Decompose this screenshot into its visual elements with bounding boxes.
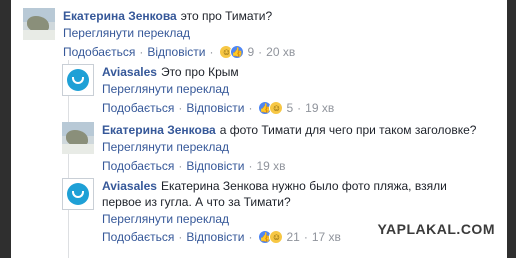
reaction-count: 5 [286, 101, 294, 115]
reply-comment: Aviasales Это про Крым Переглянути перекл… [62, 64, 492, 116]
comment-actions: Подобається · Відповісти · 19 хв [102, 158, 492, 174]
reply-link[interactable]: Відповісти [186, 100, 244, 116]
reactions[interactable]: 👍 ☺ 5 [258, 100, 293, 116]
comment: Екатерина Зенкова это про Тимати? Перегля… [23, 8, 493, 60]
like-reaction-icon: 👍 [230, 45, 245, 59]
user-photo-icon[interactable] [62, 122, 94, 154]
comment-time[interactable]: 19 хв [305, 100, 334, 116]
comment-author[interactable]: Aviasales [102, 65, 157, 79]
comment-text: Екатерина Зенкова нужно было фото пляжа,… [160, 179, 447, 193]
separator: · [303, 230, 308, 244]
like-link[interactable]: Подобається [102, 158, 174, 174]
aviasales-logo-icon[interactable] [62, 178, 94, 210]
haha-reaction-icon: ☺ [269, 230, 284, 244]
separator: · [297, 101, 302, 115]
reply-link[interactable]: Відповісти [147, 44, 205, 60]
comment-text-line2: первое из гугла. А что за Тимати? [102, 195, 291, 209]
reactions[interactable]: 👍 ☺ 21 [258, 229, 300, 245]
separator: · [178, 230, 183, 244]
comment-actions: Подобається · Відповісти · ☺ 👍 9 · 20 хв [63, 44, 493, 60]
comment-text: а фото Тимати для чего при таком заголов… [219, 123, 477, 137]
comment-time[interactable]: 19 хв [256, 158, 285, 174]
see-translation-link[interactable]: Переглянути переклад [102, 81, 492, 97]
left-dark-frame [0, 0, 11, 258]
like-link[interactable]: Подобається [102, 229, 174, 245]
comment-author[interactable]: Екатерина Зенкова [102, 123, 216, 137]
see-translation-link[interactable]: Переглянути переклад [63, 25, 493, 41]
comment-author[interactable]: Екатерина Зенкова [63, 9, 177, 23]
separator: · [178, 159, 183, 173]
see-translation-link[interactable]: Переглянути переклад [102, 139, 492, 155]
comment-time[interactable]: 20 хв [266, 44, 295, 60]
like-link[interactable]: Подобається [102, 100, 174, 116]
separator: · [178, 101, 183, 115]
separator: · [209, 45, 214, 59]
right-dark-frame [507, 0, 516, 258]
comment-text: это про Тимати? [180, 9, 273, 23]
user-photo-icon[interactable] [23, 8, 55, 40]
comment-time[interactable]: 17 хв [312, 229, 341, 245]
separator: · [248, 101, 253, 115]
aviasales-logo-icon[interactable] [62, 64, 94, 96]
haha-reaction-icon: ☺ [269, 101, 284, 115]
comments-panel: Екатерина Зенкова это про Тимати? Перегля… [11, 0, 507, 258]
reply-comment: Екатерина Зенкова а фото Тимати для чего … [62, 122, 492, 174]
separator: · [139, 45, 144, 59]
separator: · [248, 230, 253, 244]
reactions[interactable]: ☺ 👍 9 [219, 44, 254, 60]
separator: · [248, 159, 253, 173]
reply-link[interactable]: Відповісти [186, 158, 244, 174]
reaction-count: 9 [247, 45, 255, 59]
reaction-count: 21 [286, 230, 300, 244]
site-watermark: YAPLAKAL.COM [377, 221, 495, 237]
comment-author[interactable]: Aviasales [102, 179, 157, 193]
like-link[interactable]: Подобається [63, 44, 135, 60]
separator: · [258, 45, 263, 59]
comment-actions: Подобається · Відповісти · 👍 ☺ 5 · 19 хв [102, 100, 492, 116]
reply-link[interactable]: Відповісти [186, 229, 244, 245]
comment-text: Это про Крым [160, 65, 239, 79]
